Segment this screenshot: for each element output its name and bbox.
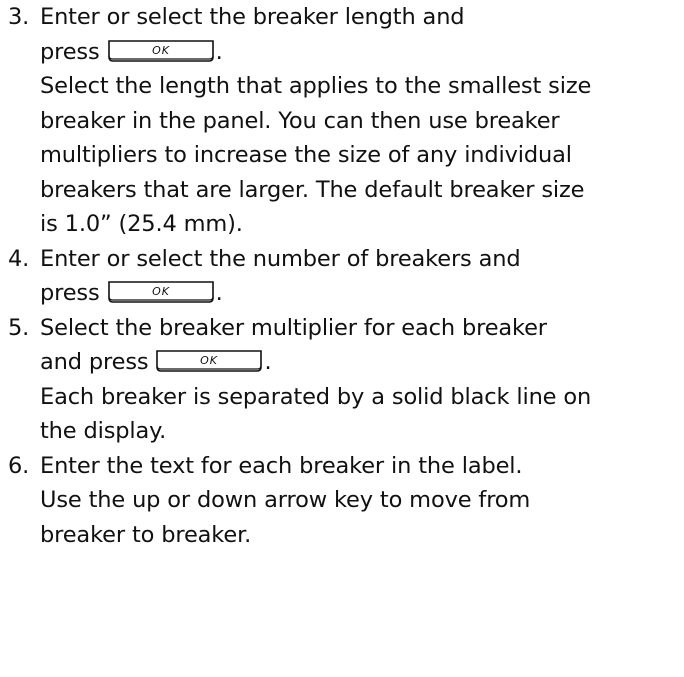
step-6: 6. Enter the text for each breaker in th…	[0, 449, 684, 553]
step-text-line-with-key: and press OK.	[40, 349, 272, 375]
step-text-line: Enter the text for each breaker in the l…	[40, 452, 523, 479]
note-line: breaker in the panel. You can then use b…	[40, 107, 560, 134]
step-text-line: Use the up or down arrow key to move fro…	[40, 487, 531, 513]
ok-key-icon: OK	[106, 39, 216, 63]
note-line: Select the length that applies to the sm…	[40, 73, 592, 99]
step-text-line: breaker to breaker.	[40, 521, 252, 548]
ok-key-icon: OK	[106, 280, 216, 304]
note-line: breakers that are larger. The default br…	[40, 176, 585, 203]
step-number: 6.	[8, 452, 30, 479]
note-line: Each breaker is separated by a solid bla…	[40, 383, 592, 410]
step-text-line: Select the breaker multiplier for each b…	[40, 314, 547, 341]
note-line: the display.	[40, 418, 167, 444]
ok-key-label: OK	[152, 285, 170, 298]
note-line: is 1.0” (25.4 mm).	[40, 211, 243, 237]
step-text-line-with-key: press OK.	[40, 280, 223, 306]
step-5: 5. Select the breaker multiplier for eac…	[0, 311, 684, 449]
step-number: 5.	[8, 314, 30, 341]
step-text-line: Enter or select the breaker length and	[40, 4, 465, 30]
instruction-page: 3. Enter or select the breaker length an…	[0, 0, 684, 677]
step-text-line-with-key: press OK.	[40, 38, 223, 65]
step-number: 3.	[8, 4, 30, 30]
step-number: 4.	[8, 245, 30, 272]
ok-key-label: OK	[201, 354, 219, 367]
ok-key-icon: OK	[154, 349, 264, 373]
step-3: 3. Enter or select the breaker length an…	[0, 0, 684, 242]
step-4: 4. Enter or select the number of breaker…	[0, 242, 684, 311]
ok-key-label: OK	[152, 44, 170, 57]
step-text-line: Enter or select the number of breakers a…	[40, 245, 521, 272]
note-line: multipliers to increase the size of any …	[40, 142, 572, 168]
